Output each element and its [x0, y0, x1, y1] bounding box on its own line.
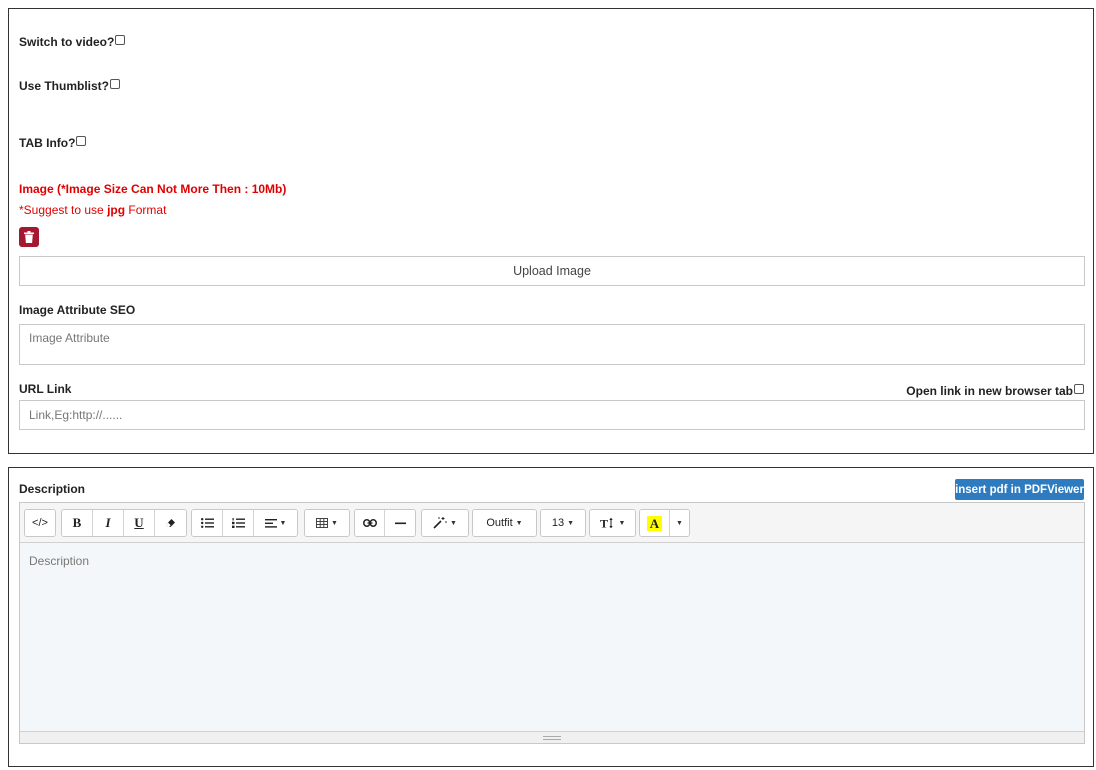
font-name-dropdown[interactable]: Outfit ▼ [473, 510, 536, 536]
description-panel: Description insert pdf in PDFViewer </> … [8, 467, 1094, 767]
upload-image-button[interactable]: Upload Image [19, 256, 1085, 286]
suggest-prefix: *Suggest to use [19, 203, 108, 217]
toolbar-group-magic: ▼ [421, 509, 469, 537]
grip-icon [543, 735, 561, 740]
chevron-down-icon: ▼ [279, 519, 287, 527]
link-button[interactable] [355, 510, 385, 536]
tab-info-row: TAB Info? [19, 136, 87, 150]
thumblist-row: Use Thumblist? [19, 79, 121, 93]
tab-info-checkbox[interactable] [76, 136, 87, 146]
eraser-icon [165, 519, 175, 527]
line-height-icon: T [600, 517, 613, 529]
clear-format-button[interactable] [155, 510, 186, 536]
url-link-label: URL Link [19, 382, 72, 396]
toolbar-group-height: T ▼ [589, 509, 636, 537]
link-icon [362, 519, 377, 527]
horizontal-rule-button[interactable] [385, 510, 415, 536]
underline-button[interactable]: U [124, 510, 155, 536]
align-dropdown[interactable]: ▼ [254, 510, 297, 536]
editor-resize-handle[interactable] [20, 731, 1084, 743]
switch-video-label: Switch to video? [19, 35, 115, 49]
trash-icon [24, 231, 34, 243]
font-size-value: 13 [551, 517, 565, 529]
code-view-button[interactable]: </> [25, 510, 55, 536]
style-dropdown[interactable]: ▼ [422, 510, 468, 536]
thumblist-label: Use Thumblist? [19, 79, 110, 93]
color-dropdown[interactable]: ▼ [670, 510, 689, 536]
suggest-format: jpg [107, 203, 126, 217]
toolbar-group-size: 13 ▼ [540, 509, 586, 537]
open-new-tab-label: Open link in new browser tab [906, 384, 1073, 398]
toolbar-group-style: B I U [61, 509, 187, 537]
svg-text:T: T [600, 517, 608, 529]
chevron-down-icon: ▼ [567, 519, 575, 527]
line-height-dropdown[interactable]: T ▼ [590, 510, 635, 536]
highlight-color-icon: A [646, 515, 663, 531]
toolbar-group-table: ▼ [304, 509, 350, 537]
table-icon [316, 518, 329, 528]
font-name-value: Outfit [486, 517, 513, 529]
delete-image-button[interactable] [19, 227, 39, 247]
align-left-icon [264, 518, 277, 528]
font-size-dropdown[interactable]: 13 ▼ [541, 510, 585, 536]
open-new-tab-checkbox[interactable] [1074, 384, 1084, 394]
url-link-input[interactable]: Link,Eg:http://...... [19, 400, 1085, 430]
ordered-list-button[interactable] [223, 510, 254, 536]
table-dropdown[interactable]: ▼ [305, 510, 349, 536]
open-new-tab-row: Open link in new browser tab [906, 384, 1084, 398]
horizontal-rule-icon [394, 522, 406, 524]
chevron-down-icon: ▼ [331, 519, 338, 527]
italic-button[interactable]: I [93, 510, 124, 536]
bold-button[interactable]: B [62, 510, 93, 536]
rich-text-editor: </> B I U ▼ ▼ ▼ Outfit ▼ 13 ▼ T ▼ A ▼ De… [19, 502, 1085, 744]
unordered-list-button[interactable] [192, 510, 223, 536]
toolbar-group-paragraph: ▼ [191, 509, 298, 537]
numbered-list-icon [231, 518, 245, 528]
insert-pdf-button[interactable]: insert pdf in PDFViewer [955, 479, 1084, 500]
image-attribute-input[interactable]: Image Attribute [19, 324, 1085, 365]
toolbar-group-insert [354, 509, 416, 537]
magic-wand-icon [433, 517, 447, 529]
image-size-label: Image (*Image Size Can Not More Then : 1… [19, 182, 287, 196]
description-label: Description [19, 482, 86, 496]
switch-video-checkbox[interactable] [115, 35, 126, 45]
chevron-down-icon: ▼ [676, 519, 683, 527]
editor-toolbar: </> B I U ▼ ▼ ▼ Outfit ▼ 13 ▼ T ▼ A ▼ [20, 503, 1084, 543]
image-settings-panel: Switch to video? Use Thumblist? TAB Info… [8, 8, 1094, 454]
switch-video-row: Switch to video? [19, 35, 126, 49]
tab-info-label: TAB Info? [19, 136, 76, 150]
chevron-down-icon: ▼ [450, 519, 457, 527]
highlight-color-button[interactable]: A [640, 510, 670, 536]
format-suggestion: *Suggest to use jpg Format [19, 203, 166, 217]
toolbar-group-color: A ▼ [639, 509, 690, 537]
suggest-suffix: Format [125, 203, 167, 217]
bullet-list-icon [200, 518, 214, 528]
toolbar-group-view: </> [24, 509, 56, 537]
thumblist-checkbox[interactable] [110, 79, 121, 89]
toolbar-group-font: Outfit ▼ [472, 509, 537, 537]
seo-label: Image Attribute SEO [19, 303, 136, 317]
chevron-down-icon: ▼ [515, 519, 523, 527]
chevron-down-icon: ▼ [618, 519, 626, 527]
description-textarea[interactable]: Description [20, 543, 1084, 731]
